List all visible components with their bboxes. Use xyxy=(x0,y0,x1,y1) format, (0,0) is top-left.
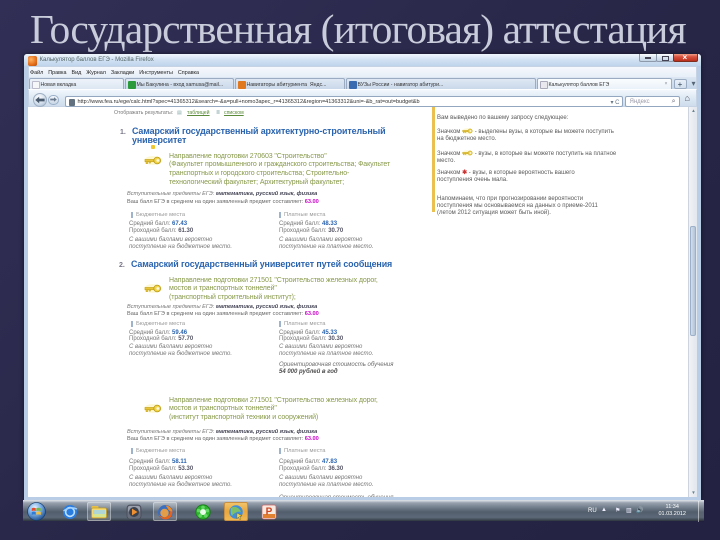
svg-text:P: P xyxy=(266,507,273,518)
